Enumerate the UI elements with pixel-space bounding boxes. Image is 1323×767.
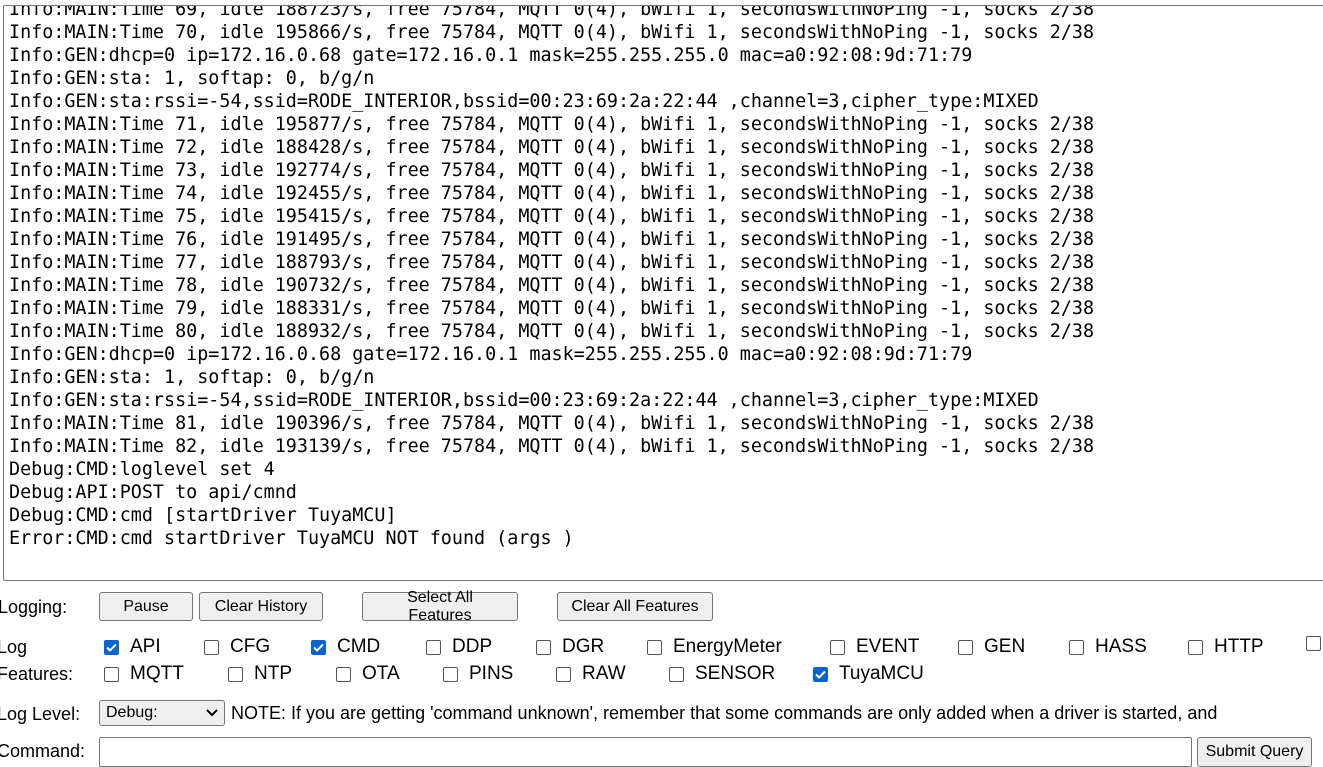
feature-gen[interactable]: GEN — [958, 636, 1025, 658]
select-all-features-button[interactable]: Select All Features — [362, 589, 518, 624]
feature-raw[interactable]: RAW — [556, 663, 626, 685]
feature-label: EnergyMeter — [673, 636, 782, 657]
feature-ddp[interactable]: DDP — [426, 636, 492, 658]
checkmark-icon — [106, 643, 117, 652]
feature-dgr[interactable]: DGR — [536, 636, 604, 658]
log-line: Info:MAIN:Time 74, idle 192455/s, free 7… — [9, 183, 1095, 204]
log-line: Info:MAIN:Time 73, idle 192774/s, free 7… — [9, 160, 1095, 181]
log-lines: Info:MAIN:Time 69, idle 188723/s, free 7… — [9, 5, 1323, 550]
clear-all-features-button[interactable]: Clear All Features — [557, 592, 713, 621]
log-line: Info:GEN:dhcp=0 ip=172.16.0.68 gate=172.… — [9, 45, 973, 66]
feature-checkbox-event[interactable] — [830, 639, 845, 655]
log-level-selected: Debug: — [106, 704, 158, 721]
feature-label: SENSOR — [695, 663, 776, 684]
feature-hass[interactable]: HASS — [1069, 636, 1147, 658]
logging-label: Logging: — [0, 597, 68, 617]
log-line: Info:MAIN:Time 76, idle 191495/s, free 7… — [9, 229, 1095, 250]
feature-checkbox-ota[interactable] — [336, 666, 351, 682]
feature-label: CMD — [337, 636, 381, 657]
log-line: Info:MAIN:Time 70, idle 195866/s, free 7… — [9, 22, 1095, 43]
feature-label: HTTP — [1214, 636, 1264, 657]
feature-pins[interactable]: PINS — [443, 663, 513, 685]
submit-query-button[interactable]: Submit Query — [1197, 737, 1312, 767]
feature-ota[interactable]: OTA — [336, 663, 400, 685]
feature-checkbox-pins[interactable] — [443, 666, 458, 682]
log-output[interactable]: Info:MAIN:Time 69, idle 188723/s, free 7… — [3, 5, 1323, 581]
feature-label: NTP — [254, 663, 292, 684]
log-line: Info:MAIN:Time 82, idle 193139/s, free 7… — [9, 436, 1095, 457]
log-line: Info:MAIN:Time 77, idle 188793/s, free 7… — [9, 252, 1095, 273]
feature-checkbox-gen[interactable] — [958, 639, 973, 655]
log-line: Info:MAIN:Time 78, idle 190732/s, free 7… — [9, 275, 1095, 296]
feature-label: TuyaMCU — [839, 663, 924, 684]
feature-cfg[interactable]: CFG — [204, 636, 270, 658]
log-line: Info:MAIN:Time 69, idle 188723/s, free 7… — [9, 5, 1095, 20]
checkmark-icon — [815, 670, 826, 679]
feature-label: CFG — [230, 636, 271, 657]
feature-checkbox-dgr[interactable] — [536, 639, 551, 655]
feature-checkbox-http[interactable] — [1188, 639, 1203, 655]
log-features-label-line1: Log — [0, 637, 28, 657]
log-line: Debug:CMD:loglevel set 4 — [9, 459, 275, 480]
log-line: Info:GEN:sta:rssi=-54,ssid=RODE_INTERIOR… — [9, 390, 1039, 411]
feature-sensor[interactable]: SENSOR — [669, 663, 775, 685]
feature-label: DGR — [562, 636, 605, 657]
feature-checkbox-raw[interactable] — [556, 666, 571, 682]
log-level-note: NOTE: If you are getting 'command unknow… — [231, 703, 1218, 723]
feature-label: RAW — [582, 663, 626, 684]
log-line: Info:GEN:dhcp=0 ip=172.16.0.68 gate=172.… — [9, 344, 973, 365]
checkmark-icon — [313, 643, 324, 652]
log-line: Info:GEN:sta: 1, softap: 0, b/g/n — [9, 68, 375, 89]
feature-tuyamcu[interactable]: TuyaMCU — [813, 663, 924, 685]
feature-unnamed[interactable] — [1306, 636, 1323, 651]
log-line: Info:MAIN:Time 75, idle 195415/s, free 7… — [9, 206, 1095, 227]
feature-checkbox-ddp[interactable] — [426, 639, 441, 655]
feature-event[interactable]: EVENT — [830, 636, 919, 658]
feature-api[interactable]: API — [104, 636, 161, 658]
feature-checkbox-unnamed[interactable] — [1306, 636, 1321, 651]
log-line: Info:MAIN:Time 81, idle 190396/s, free 7… — [9, 413, 1095, 434]
feature-checkbox-hass[interactable] — [1069, 639, 1084, 655]
log-level-select[interactable]: Debug: — [99, 700, 225, 726]
feature-checkbox-sensor[interactable] — [669, 666, 684, 682]
feature-checkbox-energymeter[interactable] — [647, 639, 662, 655]
feature-energymeter[interactable]: EnergyMeter — [647, 636, 782, 658]
feature-checkbox-ntp[interactable] — [228, 666, 243, 682]
log-line: Info:MAIN:Time 80, idle 188932/s, free 7… — [9, 321, 1095, 342]
feature-label: DDP — [452, 636, 493, 657]
log-line: Info:GEN:sta: 1, softap: 0, b/g/n — [9, 367, 375, 388]
log-level-label: Log Level: — [0, 704, 81, 724]
log-line: Debug:API:POST to api/cmnd — [9, 482, 297, 503]
feature-http[interactable]: HTTP — [1188, 636, 1264, 658]
feature-cmd[interactable]: CMD — [311, 636, 380, 658]
log-line: Info:MAIN:Time 72, idle 188428/s, free 7… — [9, 137, 1095, 158]
log-line: Info:MAIN:Time 79, idle 188331/s, free 7… — [9, 298, 1095, 319]
feature-label: EVENT — [856, 636, 920, 657]
feature-label: GEN — [984, 636, 1026, 657]
feature-checkbox-api[interactable] — [104, 639, 119, 655]
clear-history-button[interactable]: Clear History — [199, 592, 323, 621]
feature-checkbox-cfg[interactable] — [204, 639, 219, 655]
feature-checkbox-cmd[interactable] — [311, 639, 326, 655]
log-line: Error:CMD:cmd startDriver TuyaMCU NOT fo… — [9, 528, 574, 549]
log-features-label-line2: Features: — [0, 664, 74, 684]
log-line: Info:MAIN:Time 71, idle 195877/s, free 7… — [9, 114, 1095, 135]
pause-button[interactable]: Pause — [99, 592, 193, 621]
log-line: Debug:CMD:cmd [startDriver TuyaMCU] — [9, 505, 397, 526]
feature-ntp[interactable]: NTP — [228, 663, 292, 685]
feature-label: HASS — [1095, 636, 1147, 657]
chevron-down-icon — [206, 709, 218, 717]
feature-label: OTA — [362, 663, 400, 684]
feature-label: MQTT — [130, 663, 184, 684]
feature-checkbox-tuyamcu[interactable] — [813, 666, 828, 682]
feature-mqtt[interactable]: MQTT — [104, 663, 184, 685]
feature-label: API — [130, 636, 161, 657]
feature-checkbox-mqtt[interactable] — [104, 666, 119, 682]
command-label: Command: — [0, 741, 86, 761]
feature-label: PINS — [469, 663, 514, 684]
log-line: Info:GEN:sta:rssi=-54,ssid=RODE_INTERIOR… — [9, 91, 1039, 112]
command-input[interactable] — [99, 737, 1192, 767]
